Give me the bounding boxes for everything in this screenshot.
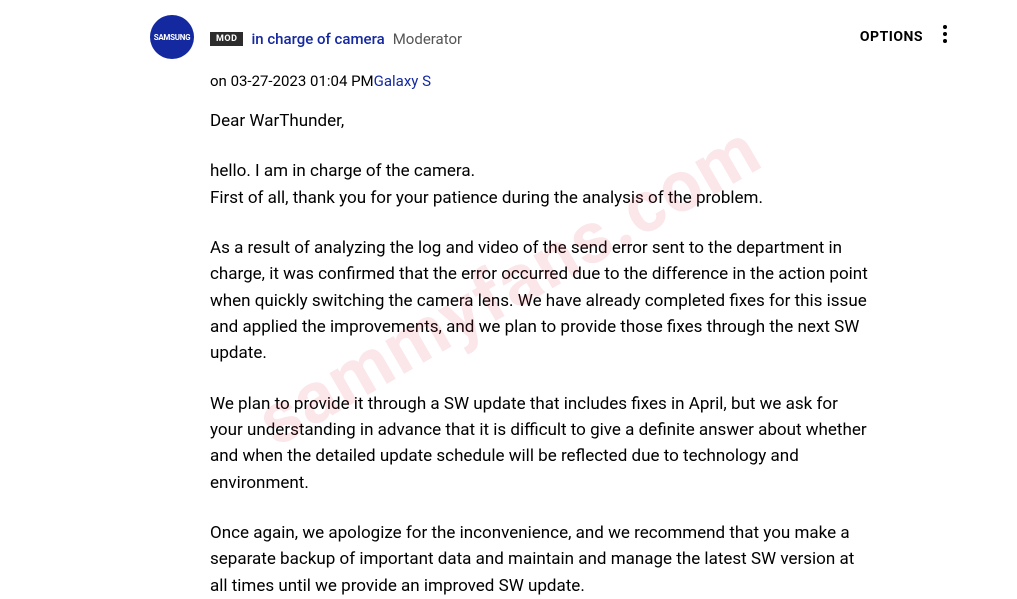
- moderator-badge: MOD: [210, 32, 243, 46]
- options-menu-icon[interactable]: [943, 25, 947, 48]
- meta-on: on: [210, 72, 231, 90]
- username-link[interactable]: in charge of camera: [251, 30, 384, 48]
- paragraph-closing: Once again, we apologize for the inconve…: [210, 520, 870, 599]
- options-area: OPTIONS: [860, 25, 947, 48]
- user-role: Moderator: [393, 30, 462, 48]
- post-body: Dear WarThunder, hello. I am in charge o…: [210, 108, 870, 599]
- options-label[interactable]: OPTIONS: [860, 29, 923, 45]
- intro-line-2: First of all, thank you for your patienc…: [210, 185, 870, 211]
- post-container: SAMSUNG MOD in charge of camera Moderato…: [0, 0, 1017, 599]
- device-link[interactable]: Galaxy S: [374, 72, 431, 90]
- paragraph-analysis: As a result of analyzing the log and vid…: [210, 235, 870, 367]
- intro-line-1: hello. I am in charge of the camera.: [210, 158, 870, 184]
- avatar-label: SAMSUNG: [154, 33, 191, 42]
- avatar[interactable]: SAMSUNG: [150, 15, 194, 59]
- post-timestamp: 03-27-2023 01:04 PM: [231, 72, 374, 90]
- paragraph-schedule: We plan to provide it through a SW updat…: [210, 391, 870, 496]
- greeting: Dear WarThunder,: [210, 108, 870, 134]
- post-meta: on 03-27-2023 01:04 PMGalaxy S: [210, 72, 977, 90]
